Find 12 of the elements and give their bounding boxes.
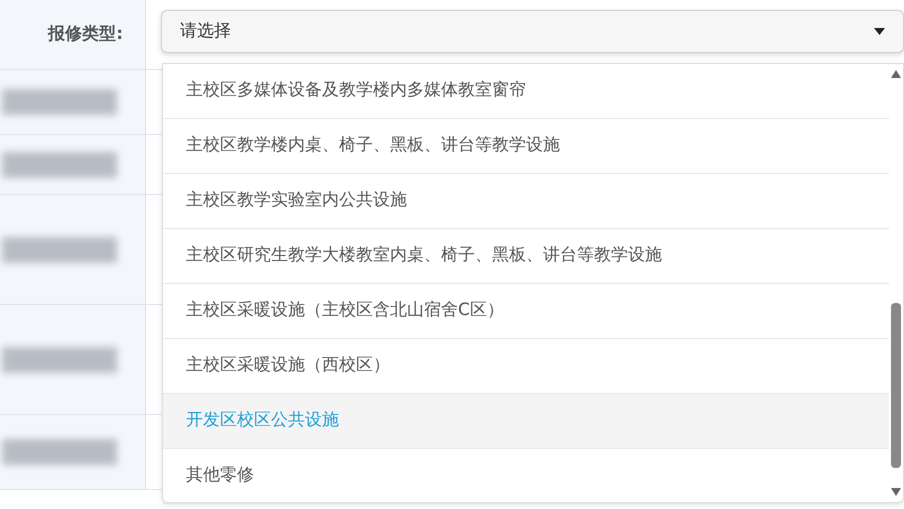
scrollbar-thumb[interactable] [891,303,901,468]
dropdown-option[interactable]: 主校区教学实验室内公共设施 [163,174,889,229]
dropdown-option[interactable]: 主校区教学楼内桌、椅子、黑板、讲台等教学设施 [163,119,889,174]
caret-icon [874,28,885,35]
dropdown-option[interactable]: 主校区多媒体设备及教学楼内多媒体教室窗帘 [163,64,889,119]
dropdown-option[interactable]: 主校区研究生教学大楼教室内桌、椅子、黑板、讲台等教学设施 [163,229,889,284]
type-select[interactable]: 请选择 [161,10,904,53]
field-label: 报修类型: [48,22,123,46]
dropdown-option[interactable]: 其他零修 [163,449,889,504]
dropdown-option[interactable]: 主校区采暖设施（主校区含北山宿舍C区） [163,284,889,339]
scroll-up-icon[interactable] [891,70,901,78]
scroll-down-icon[interactable] [891,488,901,496]
